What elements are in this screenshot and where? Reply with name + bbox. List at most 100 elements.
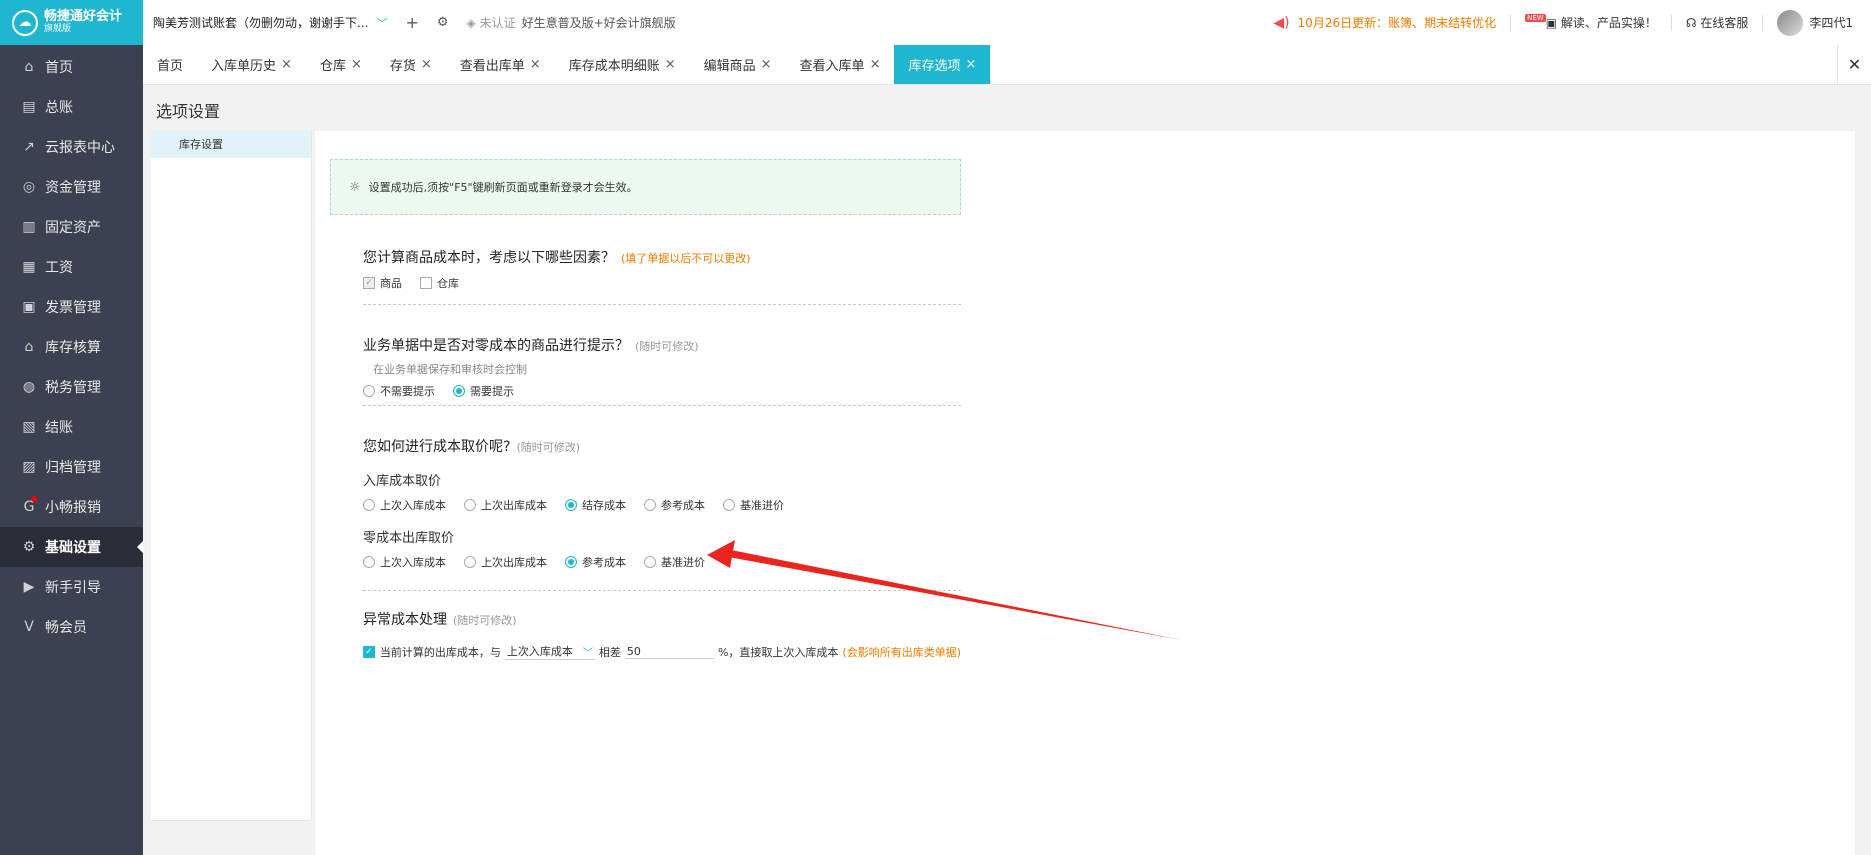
tab-5[interactable]: 库存成本明细账 × bbox=[555, 45, 690, 84]
checkbox-icon bbox=[420, 277, 432, 289]
sidebar-item-archive[interactable]: ▨ 归档管理 bbox=[0, 447, 143, 487]
ledger-icon: ▤ bbox=[22, 99, 36, 115]
radio-option[interactable]: 基准进价 bbox=[644, 554, 705, 570]
radio-option[interactable]: 基准进价 bbox=[723, 497, 784, 513]
compare-cost-select[interactable]: 上次入库成本 ﹀ bbox=[504, 643, 595, 660]
lightbulb-icon: ☼ bbox=[349, 179, 361, 195]
menu-item-inventory-settings[interactable]: 库存设置 bbox=[151, 131, 311, 158]
tab-8[interactable]: 库存选项 × bbox=[894, 45, 991, 84]
radio-option[interactable]: 结存成本 bbox=[565, 497, 626, 513]
tab-6[interactable]: 编辑商品 × bbox=[690, 45, 786, 84]
close-icon[interactable]: × bbox=[530, 57, 541, 72]
top-bar: 陶美芳测试账套（勿删勿动，谢谢手下... ﹀ + ⚙ ◈ 未认证 好生意普及版+… bbox=[143, 0, 1871, 45]
radio-icon bbox=[464, 499, 476, 511]
cert-status[interactable]: ◈ 未认证 bbox=[467, 14, 516, 31]
inbound-cost-options: 上次入库成本 上次出库成本 结存成本 参考成本 基准进价 bbox=[363, 497, 961, 513]
close-icon[interactable]: × bbox=[281, 57, 292, 72]
online-service-link[interactable]: ☊ 在线客服 bbox=[1686, 14, 1749, 31]
video-icon: ▣ bbox=[1545, 16, 1561, 30]
avatar[interactable] bbox=[1777, 9, 1804, 36]
close-icon[interactable]: × bbox=[870, 57, 881, 72]
asset-icon: ▥ bbox=[22, 219, 36, 235]
sidebar-item-gear[interactable]: ⚙ 基础设置 bbox=[0, 527, 143, 567]
tab-7[interactable]: 查看入库单 × bbox=[786, 45, 895, 84]
sidebar-item-label: 结账 bbox=[45, 420, 73, 436]
product-ad-link[interactable]: 好生意普及版+好会计旗舰版 bbox=[522, 14, 676, 31]
sidebar-item-chart[interactable]: ↗ 云报表中心 bbox=[0, 127, 143, 167]
radio-option[interactable]: 上次入库成本 bbox=[363, 554, 446, 570]
close-icon[interactable]: × bbox=[965, 57, 976, 72]
divider bbox=[1762, 14, 1764, 31]
sidebar-item-salary[interactable]: ▦ 工资 bbox=[0, 247, 143, 287]
sidebar-item-checkout[interactable]: ▧ 结账 bbox=[0, 407, 143, 447]
tab-2[interactable]: 仓库 × bbox=[306, 45, 376, 84]
user-name[interactable]: 李四代1 bbox=[1809, 14, 1853, 31]
tip-text: 设置成功后,须按"F5"键刷新页面或重新登录才会生效。 bbox=[368, 181, 638, 194]
radio-label: 基准进价 bbox=[740, 499, 784, 512]
radio-icon bbox=[363, 385, 375, 397]
radio-option[interactable]: 上次出库成本 bbox=[464, 554, 547, 570]
notification-dot bbox=[31, 496, 37, 502]
tab-label: 首页 bbox=[157, 59, 184, 74]
tab-3[interactable]: 存货 × bbox=[376, 45, 446, 84]
close-icon[interactable]: × bbox=[761, 57, 772, 72]
sidebar-item-label: 云报表中心 bbox=[45, 140, 115, 156]
sidebar-item-money[interactable]: ◎ 资金管理 bbox=[0, 167, 143, 207]
sidebar-item-asset[interactable]: ▥ 固定资产 bbox=[0, 207, 143, 247]
radio-no-prompt[interactable]: 不需要提示 bbox=[363, 383, 435, 399]
logo-icon: ☁ bbox=[12, 9, 38, 36]
sidebar-item-tax[interactable]: ◍ 税务管理 bbox=[0, 367, 143, 407]
abnormal-cost-checkbox[interactable]: ✓ bbox=[363, 645, 375, 658]
tab-0[interactable]: 首页 bbox=[143, 45, 197, 84]
guide-icon: ▶ bbox=[23, 579, 35, 595]
radio-option[interactable]: 上次出库成本 bbox=[464, 497, 547, 513]
chart-icon: ↗ bbox=[23, 139, 35, 155]
tab-4[interactable]: 查看出库单 × bbox=[446, 45, 555, 84]
account-selector[interactable]: 陶美芳测试账套（勿删勿动，谢谢手下... bbox=[153, 14, 368, 31]
sidebar-item-warehouse[interactable]: ⌂ 库存核算 bbox=[0, 327, 143, 367]
threshold-input[interactable]: 50 bbox=[624, 645, 714, 659]
sidebar-item-guide[interactable]: ▶ 新手引导 bbox=[0, 567, 143, 607]
close-all-tabs-icon[interactable]: ✕ bbox=[1837, 45, 1871, 84]
gear-icon[interactable]: ⚙ bbox=[437, 15, 449, 30]
checkbox-warehouse[interactable]: 仓库 bbox=[420, 275, 459, 291]
sidebar-item-label: 归档管理 bbox=[45, 460, 101, 476]
close-icon[interactable]: × bbox=[421, 57, 432, 72]
sidebar-item-ledger[interactable]: ▤ 总账 bbox=[0, 87, 143, 127]
select-value: 上次入库成本 bbox=[506, 645, 573, 658]
radio-icon bbox=[565, 499, 577, 511]
sidebar-item-label: 工资 bbox=[45, 260, 73, 276]
question-title: 您计算商品成本时，考虑以下哪些因素？ bbox=[363, 250, 615, 266]
sidebar-item-home[interactable]: ⌂ 首页 bbox=[0, 47, 143, 87]
invoice-icon: ▣ bbox=[22, 299, 36, 315]
sidebar-item-label: 畅会员 bbox=[45, 620, 87, 636]
sidebar: ☁ 畅捷通好会计 旗舰版 ⌂ 首页 ▤ 总账 ↗ 云报表中心 ◎ 资金管理 ▥ 固定资产 ▦ 工资 ▣ 发… bbox=[0, 0, 143, 855]
abnormal-text-2: 相差 bbox=[598, 645, 621, 659]
divider bbox=[1510, 14, 1512, 31]
close-icon[interactable]: × bbox=[665, 57, 676, 72]
add-icon[interactable]: + bbox=[405, 13, 418, 32]
sidebar-item-reimburse[interactable]: G 小畅报销 bbox=[0, 487, 143, 527]
warehouse-icon: ⌂ bbox=[24, 339, 34, 355]
sidebar-item-vip[interactable]: V 畅会员 bbox=[0, 607, 143, 647]
sidebar-item-invoice[interactable]: ▣ 发票管理 bbox=[0, 287, 143, 327]
feature-link[interactable]: NEW ▣ 解读、产品实操！ bbox=[1525, 14, 1657, 31]
tab-1[interactable]: 入库单历史 × bbox=[197, 45, 306, 84]
radio-need-prompt[interactable]: 需要提示 bbox=[453, 383, 514, 399]
close-icon[interactable]: × bbox=[351, 57, 362, 72]
tab-label: 入库单历史 bbox=[211, 59, 277, 74]
checkbox-icon: ✓ bbox=[363, 277, 375, 289]
update-notice[interactable]: ◀) 10月26日更新：账簿、期末结转优化 bbox=[1273, 14, 1496, 31]
logo[interactable]: ☁ 畅捷通好会计 旗舰版 bbox=[0, 0, 143, 45]
question-hint: (填了单据以后不可以更改) bbox=[621, 252, 751, 265]
radio-option[interactable]: 参考成本 bbox=[644, 497, 705, 513]
radio-icon bbox=[723, 499, 735, 511]
radio-option[interactable]: 上次入库成本 bbox=[363, 497, 446, 513]
radio-option[interactable]: 参考成本 bbox=[565, 554, 626, 570]
speaker-icon: ◀) bbox=[1273, 14, 1290, 31]
tab-label: 查看入库单 bbox=[799, 59, 865, 74]
chevron-down-icon[interactable]: ﹀ bbox=[376, 15, 387, 31]
checkbox-goods[interactable]: ✓ 商品 bbox=[363, 275, 402, 291]
checkout-icon: ▧ bbox=[22, 419, 36, 435]
chevron-down-icon: ﹀ bbox=[582, 647, 593, 659]
